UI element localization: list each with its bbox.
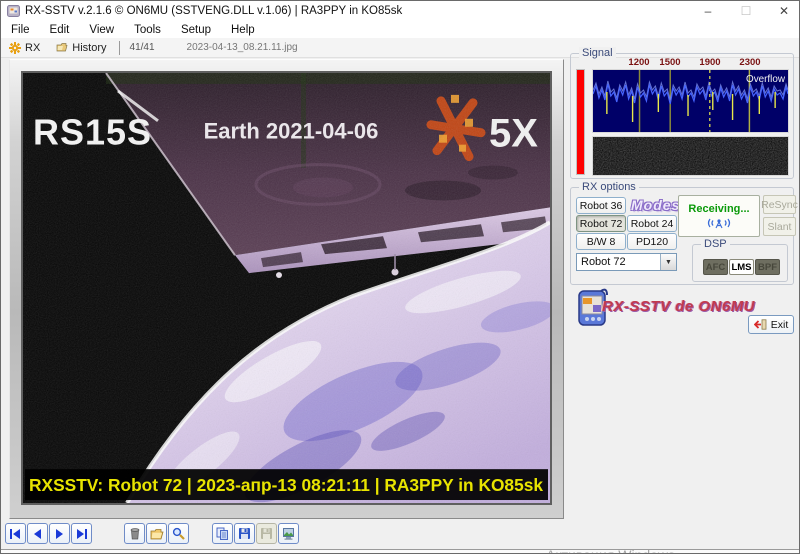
modes-label: Modes xyxy=(631,197,680,213)
receiving-button[interactable]: Receiving... xyxy=(678,195,760,237)
title-bar: RX-SSTV v.2.1.6 © ON6MU (SSTVENG.DLL v.1… xyxy=(1,1,799,21)
history-icon xyxy=(56,42,68,53)
signal-label: Signal xyxy=(579,47,616,59)
save-image-button[interactable] xyxy=(234,523,255,544)
tab-rx[interactable]: RX xyxy=(1,38,48,57)
picture-icon xyxy=(282,527,295,540)
overlay-text: RXSSTV: Robot 72 | 2023-апр-13 08:21:11 … xyxy=(29,475,543,495)
waterfall-display xyxy=(592,136,789,176)
antenna-icon xyxy=(706,217,732,229)
freq-tick-1900: 1900 xyxy=(699,57,720,68)
current-filename: 2023-04-13_08.21.11.jpg xyxy=(187,42,298,53)
folder-icon xyxy=(150,528,164,540)
zoom-image-button[interactable] xyxy=(168,523,189,544)
dsp-lms-button[interactable]: LMS xyxy=(729,259,754,275)
open-folder-button[interactable] xyxy=(146,523,167,544)
mode-dropdown-value: Robot 72 xyxy=(577,256,660,268)
copy-image-button[interactable] xyxy=(212,523,233,544)
last-image-button[interactable] xyxy=(71,523,92,544)
menu-tools[interactable]: Tools xyxy=(124,24,171,36)
freq-tick-1200: 1200 xyxy=(628,57,649,68)
tab-history-label: History xyxy=(72,42,106,54)
status-bar xyxy=(1,549,799,554)
rx-options-label: RX options xyxy=(579,181,639,193)
menu-view[interactable]: View xyxy=(79,24,124,36)
wallpaper-button[interactable] xyxy=(278,523,299,544)
menu-edit[interactable]: Edit xyxy=(40,24,80,36)
sstv-image: RS15S Earth 2021-04-06 5X RXSSTV: Robot … xyxy=(21,71,552,505)
receiving-label: Receiving... xyxy=(688,203,749,215)
mode-dropdown[interactable]: Robot 72 ▼ xyxy=(576,253,677,271)
dsp-bpf-button[interactable]: BPF xyxy=(755,259,780,275)
copy-icon xyxy=(216,527,229,540)
mode-button-bw8[interactable]: B/W 8 xyxy=(576,233,626,250)
image-bezel: RS15S Earth 2021-04-06 5X RXSSTV: Robot … xyxy=(9,59,564,519)
previous-image-button[interactable] xyxy=(27,523,48,544)
exit-button[interactable]: Exit xyxy=(748,315,794,334)
minimize-icon[interactable]: – xyxy=(701,4,715,18)
delete-image-button[interactable] xyxy=(124,523,145,544)
trash-icon xyxy=(129,527,141,540)
save-disabled-button[interactable] xyxy=(256,523,277,544)
overflow-label: Overflow xyxy=(746,74,786,85)
mode-button-robot24[interactable]: Robot 24 xyxy=(627,215,677,232)
next-image-button[interactable] xyxy=(49,523,70,544)
gear-icon xyxy=(9,42,21,54)
menu-file[interactable]: File xyxy=(1,24,40,36)
dsp-afc-button[interactable]: AFC xyxy=(703,259,728,275)
save-icon xyxy=(238,527,251,540)
resync-button[interactable]: ReSync xyxy=(763,195,796,214)
activation-watermark: Активация Windows xyxy=(546,547,675,554)
tab-history[interactable]: History xyxy=(48,38,114,57)
signal-level-bar xyxy=(576,69,585,175)
app-logo-text: RX-SSTV de ON6MU xyxy=(602,298,755,315)
freq-tick-1500: 1500 xyxy=(659,57,680,68)
mode-button-robot36[interactable]: Robot 36 xyxy=(576,197,626,214)
slant-button[interactable]: Slant xyxy=(763,217,796,236)
exit-button-label: Exit xyxy=(771,319,789,331)
bottom-toolbar xyxy=(1,521,799,549)
window-title: RX-SSTV v.2.1.6 © ON6MU (SSTVENG.DLL v.1… xyxy=(25,5,402,17)
rx-options-panel: RX options Robot 36 Modes Robot 72 Robot… xyxy=(570,187,794,285)
app-window: RX-SSTV v.2.1.6 © ON6MU (SSTVENG.DLL v.1… xyxy=(0,0,800,554)
menu-bar: File Edit View Tools Setup Help xyxy=(1,21,799,38)
magnifier-icon xyxy=(172,527,185,540)
menu-setup[interactable]: Setup xyxy=(171,24,221,36)
dsp-panel: DSP AFC LMS BPF xyxy=(692,244,788,282)
image-counter: 41/41 xyxy=(130,42,155,53)
mode-button-pd120[interactable]: PD120 xyxy=(627,233,677,250)
maximize-icon[interactable]: ☐ xyxy=(739,4,753,18)
first-image-button[interactable] xyxy=(5,523,26,544)
menu-help[interactable]: Help xyxy=(221,24,265,36)
app-icon xyxy=(7,5,20,17)
spectrum-display: Overflow xyxy=(592,69,789,133)
toolbar-separator xyxy=(119,41,120,55)
mode-button-robot72[interactable]: Robot 72 xyxy=(576,215,626,232)
close-icon[interactable]: ✕ xyxy=(777,4,791,18)
chevron-down-icon[interactable]: ▼ xyxy=(660,254,676,270)
tab-rx-label: RX xyxy=(25,42,40,54)
signal-panel: Signal 1200 1500 1900 2300 Overflo xyxy=(570,53,794,179)
save-disabled-icon xyxy=(260,527,273,540)
freq-tick-2300: 2300 xyxy=(739,57,760,68)
exit-door-icon xyxy=(754,319,767,330)
dsp-label: DSP xyxy=(701,238,730,250)
